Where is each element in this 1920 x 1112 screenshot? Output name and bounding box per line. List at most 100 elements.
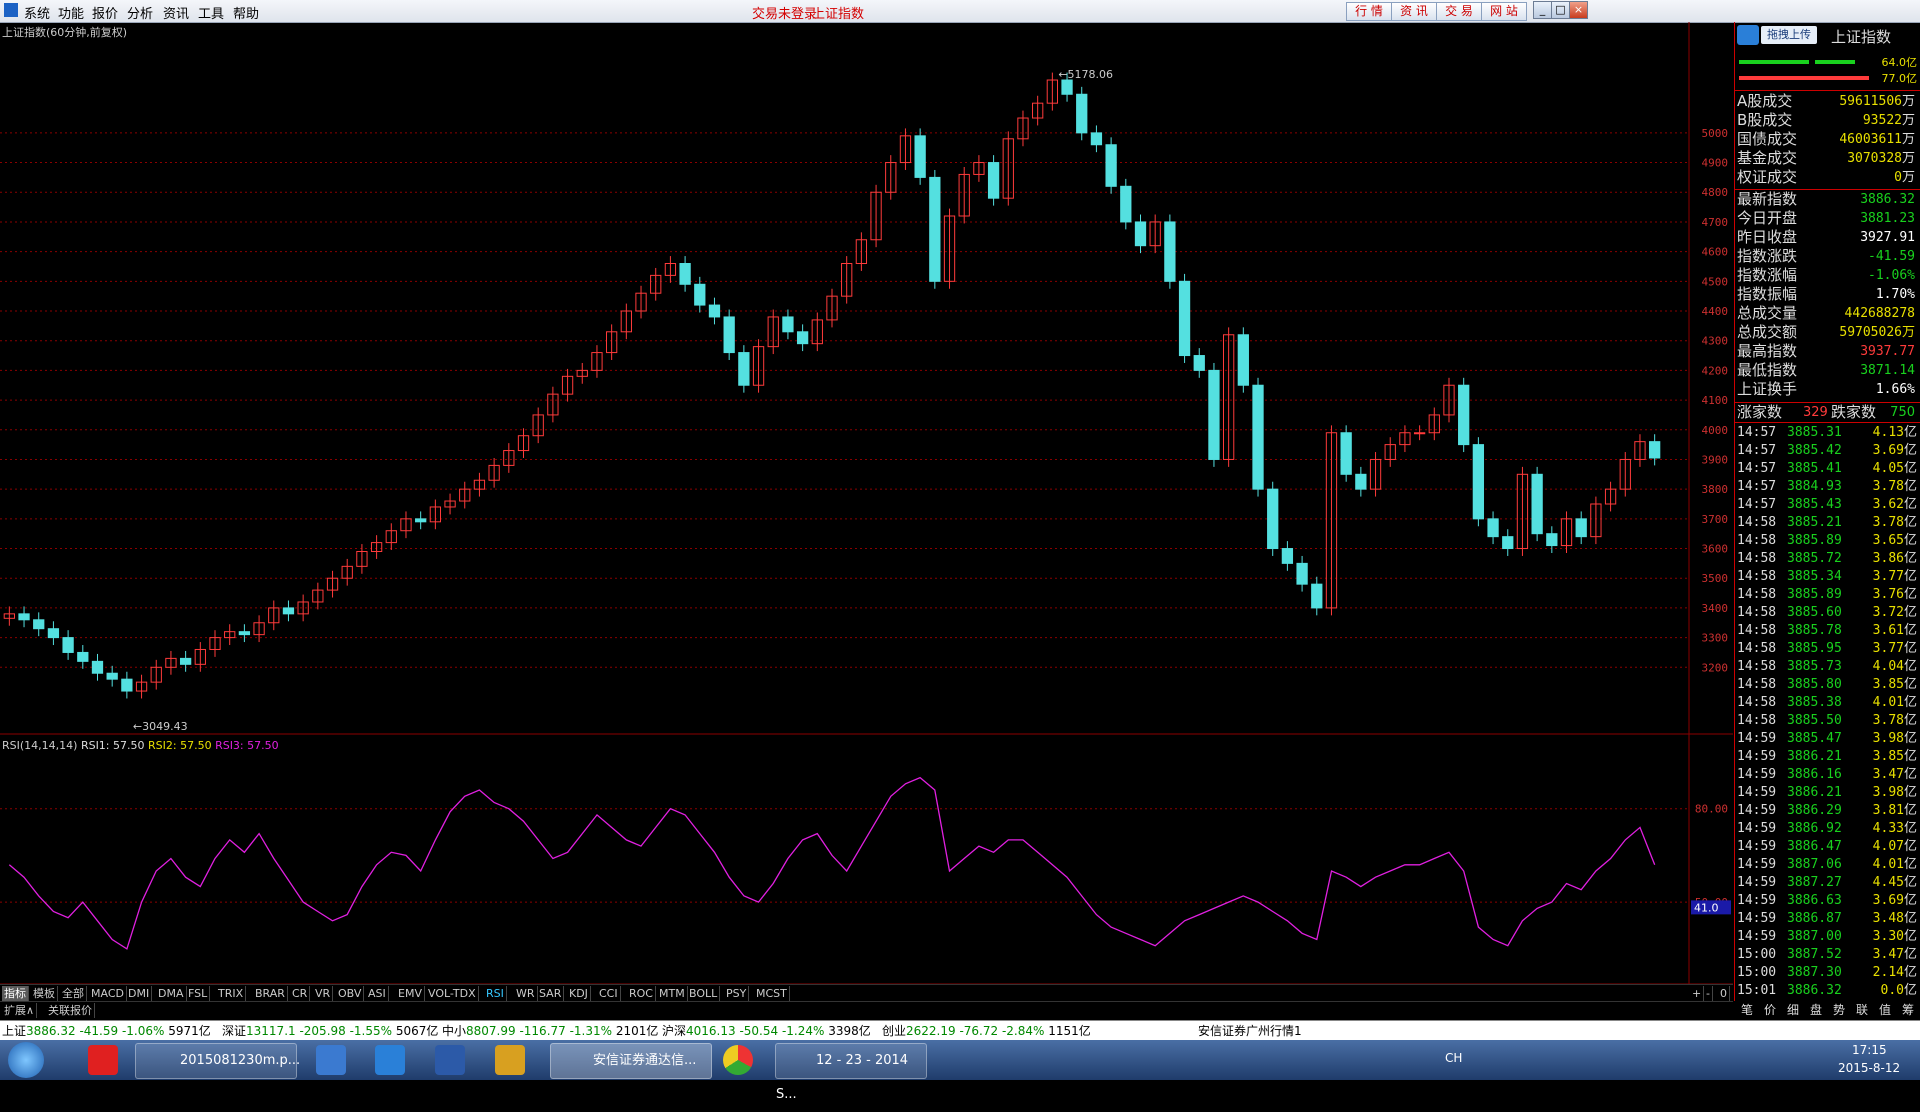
index-quote[interactable]: 深证13117.1 -205.98 -1.55% 5067亿 bbox=[222, 1021, 438, 1041]
indicator-tab[interactable]: DMI bbox=[126, 986, 153, 1001]
tick-row: 14:58 3885.21 3.78亿 bbox=[1735, 514, 1920, 532]
chart-area[interactable]: 上证指数(60分钟,前复权) 3200 3300 3400 3500 3600 3700 3… bbox=[0, 22, 1733, 1036]
index-quote[interactable]: 中小8807.99 -116.77 -1.31% 2101亿 bbox=[442, 1021, 658, 1041]
dock-tab[interactable]: 价 bbox=[1759, 1002, 1781, 1019]
indicator-tabs: 指标 模板 全部 MACD DMI DMA FSL TRIX BRAR CR VR OBV ASI EMV… bbox=[0, 984, 1733, 1002]
index-quote[interactable]: 沪深4016.13 -50.54 -1.24% 3398亿 bbox=[662, 1021, 871, 1041]
menu-help[interactable]: 帮助 bbox=[233, 3, 259, 22]
panel-dock: 笔价细盘势联值筹 bbox=[1734, 1001, 1920, 1020]
indicator-tab[interactable]: MTM bbox=[657, 986, 688, 1001]
turnover-label: 权证成交 bbox=[1737, 168, 1798, 186]
indicator-tab[interactable]: CCI bbox=[597, 986, 621, 1001]
menu-function[interactable]: 功能 bbox=[58, 3, 84, 22]
dock-tab[interactable]: 联 bbox=[1851, 1002, 1873, 1019]
upload-button[interactable]: 拖拽上传 bbox=[1761, 26, 1817, 44]
tick-amount: 3.78亿 bbox=[1873, 478, 1917, 496]
candle-body bbox=[1340, 432, 1352, 475]
broker-server[interactable]: 安信证券广州行情1 bbox=[1198, 1021, 1302, 1041]
candle-body bbox=[723, 316, 735, 354]
indicator-tab[interactable]: 模板 bbox=[31, 986, 58, 1001]
indicator-tab[interactable]: WR bbox=[514, 986, 538, 1001]
dock-tab[interactable]: 笔 bbox=[1736, 1002, 1758, 1019]
maximize-button[interactable]: □ bbox=[1551, 1, 1570, 19]
menu-analysis[interactable]: 分析 bbox=[127, 3, 153, 22]
tick-amount: 3.98亿 bbox=[1873, 784, 1917, 802]
tab-related-quotes[interactable]: 关联报价 bbox=[46, 1003, 95, 1018]
dock-tab[interactable]: 值 bbox=[1874, 1002, 1896, 1019]
news-button[interactable]: 资 讯 bbox=[1391, 2, 1437, 21]
indicator-tab[interactable]: 全部 bbox=[60, 986, 87, 1001]
dock-tab[interactable]: 盘 bbox=[1805, 1002, 1827, 1019]
system-tray-icons[interactable] bbox=[1470, 1052, 1770, 1068]
login-status[interactable]: 交易未登录 bbox=[752, 3, 817, 22]
indicator-tab[interactable]: MCST bbox=[754, 986, 790, 1001]
folder-icon[interactable] bbox=[495, 1045, 525, 1075]
menu-quote[interactable]: 报价 bbox=[92, 3, 118, 22]
indicator-tab[interactable]: SAR bbox=[537, 986, 565, 1001]
indicator-tab[interactable]: OBV bbox=[336, 986, 365, 1001]
stat-row: 指数涨跌 -41.59 bbox=[1735, 247, 1920, 266]
quote-panel: 拖拽上传 上证指数 64.0亿 77.0亿 A股成交 59611506万 B股成交 9… bbox=[1734, 22, 1920, 1036]
broker-app-icon[interactable] bbox=[88, 1045, 118, 1075]
indicator-tab[interactable]: 指标 bbox=[2, 986, 29, 1001]
tick-amount-value: 3.69 bbox=[1872, 893, 1904, 908]
tab-extend[interactable]: 扩展∧ bbox=[2, 1003, 38, 1018]
close-button[interactable]: × bbox=[1569, 1, 1588, 19]
cloud-app-icon[interactable] bbox=[375, 1045, 405, 1075]
indicator-tab[interactable]: RSI bbox=[484, 986, 507, 1001]
indicator-tab[interactable]: EMV bbox=[396, 986, 425, 1001]
dock-tab[interactable]: 势 bbox=[1828, 1002, 1850, 1019]
stat-row: 总成交额 59705026万 bbox=[1735, 323, 1920, 342]
candle-body bbox=[738, 352, 750, 386]
chrome-icon[interactable] bbox=[723, 1045, 753, 1075]
tick-amount-unit: 亿 bbox=[1903, 821, 1917, 836]
index-percent: -1.31% bbox=[569, 1024, 616, 1038]
turnover-amount: 59611506 bbox=[1839, 94, 1902, 109]
taskbar-window-1[interactable]: 2015081230m.p... bbox=[135, 1043, 300, 1079]
language-indicator[interactable]: CH bbox=[1445, 1051, 1462, 1065]
explorer-icon[interactable] bbox=[316, 1045, 346, 1075]
menu-news[interactable]: 资讯 bbox=[163, 3, 189, 22]
indicator-tab[interactable]: MACD bbox=[89, 986, 127, 1001]
taskbar-window-3[interactable]: 12 - 23 - 2014 S... bbox=[775, 1043, 927, 1102]
tick-row: 15:01 3886.32 0.0亿 bbox=[1735, 982, 1920, 1000]
indicator-tab[interactable]: VR bbox=[313, 986, 334, 1001]
dock-tab[interactable]: 细 bbox=[1782, 1002, 1804, 1019]
quote-button[interactable]: 行 情 bbox=[1346, 2, 1392, 21]
index-quote[interactable]: 创业2622.19 -76.72 -2.84% 1151亿 bbox=[882, 1021, 1091, 1041]
minimize-button[interactable]: _ bbox=[1533, 1, 1552, 19]
tick-amount: 3.72亿 bbox=[1873, 604, 1917, 622]
website-button[interactable]: 网 站 bbox=[1481, 2, 1527, 21]
candle-body bbox=[1487, 518, 1499, 538]
indicator-tab[interactable]: ROC bbox=[627, 986, 656, 1001]
zoom-button[interactable]: 0 bbox=[1718, 986, 1730, 1001]
indicator-tab[interactable]: TRIX bbox=[216, 986, 247, 1001]
indicator-tab[interactable]: VOL-TDX bbox=[426, 986, 479, 1001]
candlestick-chart[interactable]: 3200 3300 3400 3500 3600 3700 3800 3900 4000 4100… bbox=[0, 22, 1733, 1036]
word-icon[interactable] bbox=[435, 1045, 465, 1075]
tick-list[interactable]: 14:57 3885.31 4.13亿 14:57 3885.42 3.69亿 14:57 3… bbox=[1735, 424, 1920, 1000]
indicator-tab[interactable]: FSL bbox=[186, 986, 211, 1001]
menu-tools[interactable]: 工具 bbox=[198, 3, 224, 22]
stat-label: 最新指数 bbox=[1737, 190, 1798, 208]
indicator-tab[interactable]: ASI bbox=[366, 986, 389, 1001]
menu-system[interactable]: 系统 bbox=[24, 3, 50, 22]
indicator-tab[interactable]: CR bbox=[290, 986, 311, 1001]
start-button[interactable] bbox=[8, 1042, 44, 1078]
tick-time: 14:57 bbox=[1737, 443, 1777, 458]
tick-row: 14:59 3886.29 3.81亿 bbox=[1735, 802, 1920, 820]
taskbar-window-2[interactable]: 安信证券通达信... bbox=[550, 1043, 712, 1079]
indicator-tab[interactable]: DMA bbox=[156, 986, 187, 1001]
indicator-tab[interactable]: BRAR bbox=[253, 986, 288, 1001]
rsi-legend-item: RSI3: 57.50 bbox=[215, 739, 279, 752]
indicator-tab[interactable]: BOLL bbox=[687, 986, 721, 1001]
indicator-tab[interactable]: KDJ bbox=[567, 986, 591, 1001]
turnover-row: 国债成交 46003611万 bbox=[1735, 130, 1920, 149]
zoom-button[interactable]: - bbox=[1704, 986, 1713, 1001]
index-quote[interactable]: 上证3886.32 -41.59 -1.06% 5971亿 bbox=[2, 1021, 211, 1041]
dock-tab[interactable]: 筹 bbox=[1897, 1002, 1919, 1019]
rsi-line bbox=[8, 776, 1656, 950]
indicator-tab[interactable]: PSY bbox=[724, 986, 750, 1001]
zoom-button[interactable]: + bbox=[1690, 986, 1705, 1001]
trade-button[interactable]: 交 易 bbox=[1436, 2, 1482, 21]
